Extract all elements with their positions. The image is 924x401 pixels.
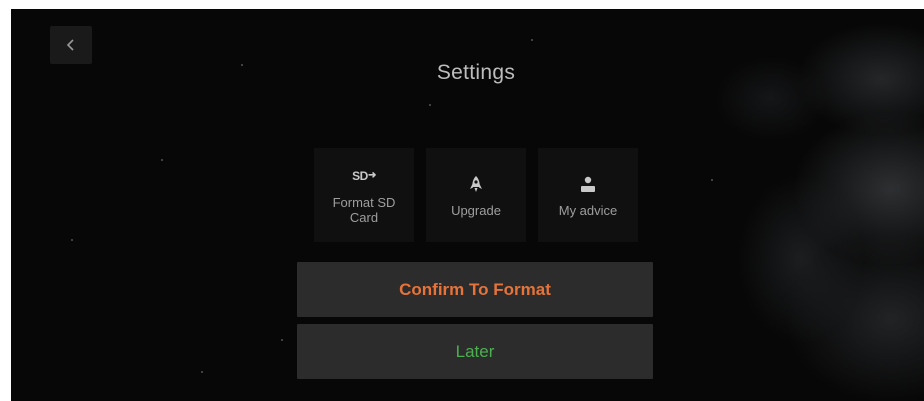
star-dot — [531, 39, 533, 41]
rocket-icon — [469, 173, 483, 195]
format-sd-card-tile[interactable]: SD ➜ Format SD Card — [314, 148, 414, 242]
person-icon — [580, 173, 596, 195]
later-button[interactable]: Later — [297, 324, 653, 379]
format-sd-card-label: Format SD Card — [332, 195, 396, 225]
my-advice-label: My advice — [558, 202, 618, 218]
my-advice-tile[interactable]: My advice — [538, 148, 638, 242]
settings-tiles: SD ➜ Format SD Card Upgrade My advice — [11, 148, 924, 242]
upgrade-tile[interactable]: Upgrade — [426, 148, 526, 242]
later-label: Later — [455, 341, 495, 361]
star-dot — [281, 339, 283, 341]
upgrade-label: Upgrade — [451, 202, 501, 218]
app-screen: Settings SD ➜ Format SD Card Upgrade My … — [11, 9, 924, 401]
confirm-format-button[interactable]: Confirm To Format — [297, 262, 653, 317]
star-dot — [429, 104, 431, 106]
star-dot — [201, 371, 203, 373]
page-title: Settings — [436, 61, 516, 84]
back-button[interactable] — [50, 26, 92, 64]
chevron-left-icon — [66, 38, 76, 52]
sd-card-icon: SD ➜ — [352, 169, 376, 183]
confirm-format-label: Confirm To Format — [399, 279, 551, 299]
